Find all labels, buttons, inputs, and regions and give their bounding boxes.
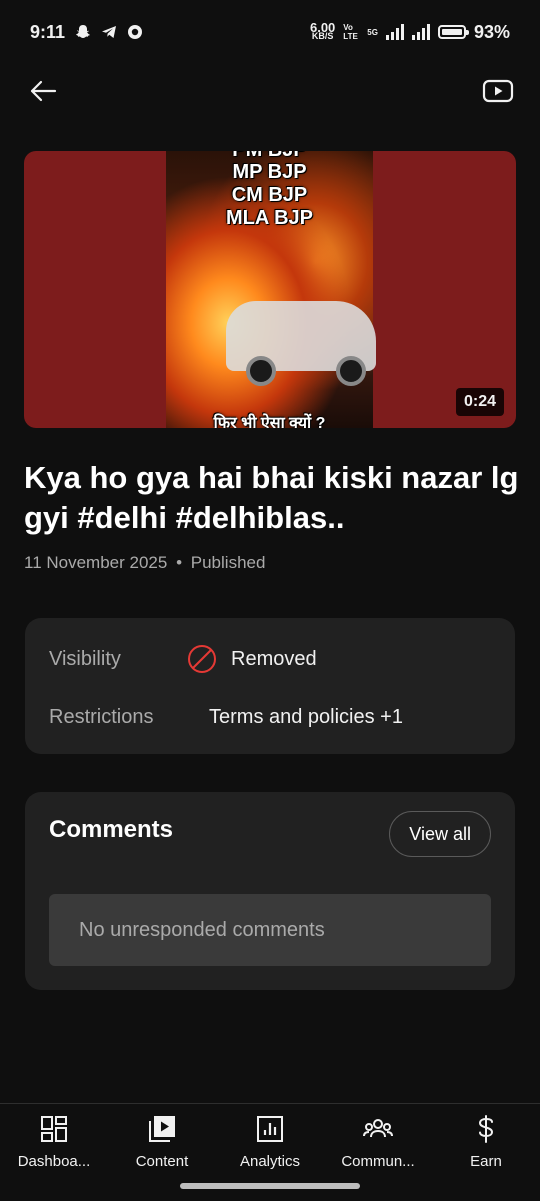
duration-badge: 0:24 <box>455 388 504 416</box>
nav-earn[interactable]: Earn <box>432 1114 540 1170</box>
video-title: Kya ho gya hai bhai kiski nazar lg gyi #… <box>24 460 519 535</box>
home-indicator[interactable] <box>180 1183 360 1189</box>
visibility-row[interactable]: Visibility Removed <box>49 645 489 673</box>
no-comments-message: No unresponded comments <box>49 894 491 966</box>
top-app-bar <box>0 70 540 114</box>
earn-icon <box>478 1115 494 1143</box>
battery-percent: 93% <box>473 21 510 42</box>
volte-indicator: Vo LTE <box>343 23 358 41</box>
nav-community[interactable]: Commun... <box>324 1114 432 1170</box>
restrictions-row[interactable]: Restrictions Terms and policies +1 <box>49 706 489 729</box>
thumbnail-overlay-line: PM BJP <box>166 151 373 161</box>
analytics-icon <box>257 1116 283 1142</box>
video-meta: 11 November 2025 • Published <box>24 553 265 573</box>
thumbnail-overlay-line: CM BJP <box>231 184 308 206</box>
removed-prohibited-icon <box>188 645 216 673</box>
watch-on-youtube-icon[interactable] <box>482 78 514 104</box>
battery-icon <box>437 25 469 39</box>
nav-analytics[interactable]: Analytics <box>216 1114 324 1170</box>
network-speed: 6.00 KB/S <box>309 20 336 41</box>
thumbnail-image: PM BJP MP BJP CM BJP MLA BJP फिर भी ऐसा … <box>166 151 376 428</box>
visibility-label: Visibility <box>49 648 121 670</box>
visibility-value: Removed <box>231 647 317 670</box>
video-details-card: Visibility Removed Restrictions Terms an… <box>25 618 515 754</box>
thumbnail-overlay-line: MP BJP <box>232 161 307 183</box>
status-time: 9:11 <box>30 21 66 42</box>
publish-status: Published <box>190 553 266 572</box>
signal-bars-2-icon <box>411 24 430 40</box>
app-notification-icon <box>128 25 143 39</box>
dashboard-icon <box>41 1116 67 1142</box>
thumbnail-overlay-line: MLA BJP <box>225 207 314 229</box>
view-all-comments-button[interactable]: View all <box>389 811 491 857</box>
nav-label: Analytics <box>239 1153 301 1170</box>
nav-dashboard[interactable]: Dashboa... <box>0 1114 108 1170</box>
nav-label: Commun... <box>341 1153 415 1170</box>
meta-separator: • <box>176 553 183 572</box>
thumbnail-bottom-caption: फिर भी ऐसा क्यों ? <box>213 415 326 428</box>
nav-label: Dashboa... <box>17 1153 91 1170</box>
car-wheel <box>246 356 276 386</box>
community-icon <box>363 1119 393 1138</box>
car-wheel <box>336 356 366 386</box>
network-type: 5G <box>367 27 378 37</box>
content-icon <box>149 1116 175 1142</box>
signal-bars-1-icon <box>385 24 404 40</box>
telegram-icon <box>102 26 117 38</box>
nav-content[interactable]: Content <box>108 1114 216 1170</box>
nav-label: Earn <box>470 1153 502 1170</box>
back-arrow-icon[interactable] <box>28 76 58 106</box>
restrictions-label: Restrictions <box>49 706 154 728</box>
video-thumbnail[interactable]: PM BJP MP BJP CM BJP MLA BJP फिर भी ऐसा … <box>24 151 516 428</box>
comments-card: Comments View all No unresponded comment… <box>25 792 515 990</box>
restrictions-value: Terms and policies +1 <box>209 706 403 728</box>
status-bar: 9:11 6.00 KB/S Vo LTE 5G 93% <box>0 0 540 64</box>
snapchat-icon <box>76 25 90 38</box>
comments-heading: Comments <box>49 816 174 843</box>
publish-date: 11 November 2025 <box>24 553 168 572</box>
nav-label: Content <box>135 1153 189 1170</box>
